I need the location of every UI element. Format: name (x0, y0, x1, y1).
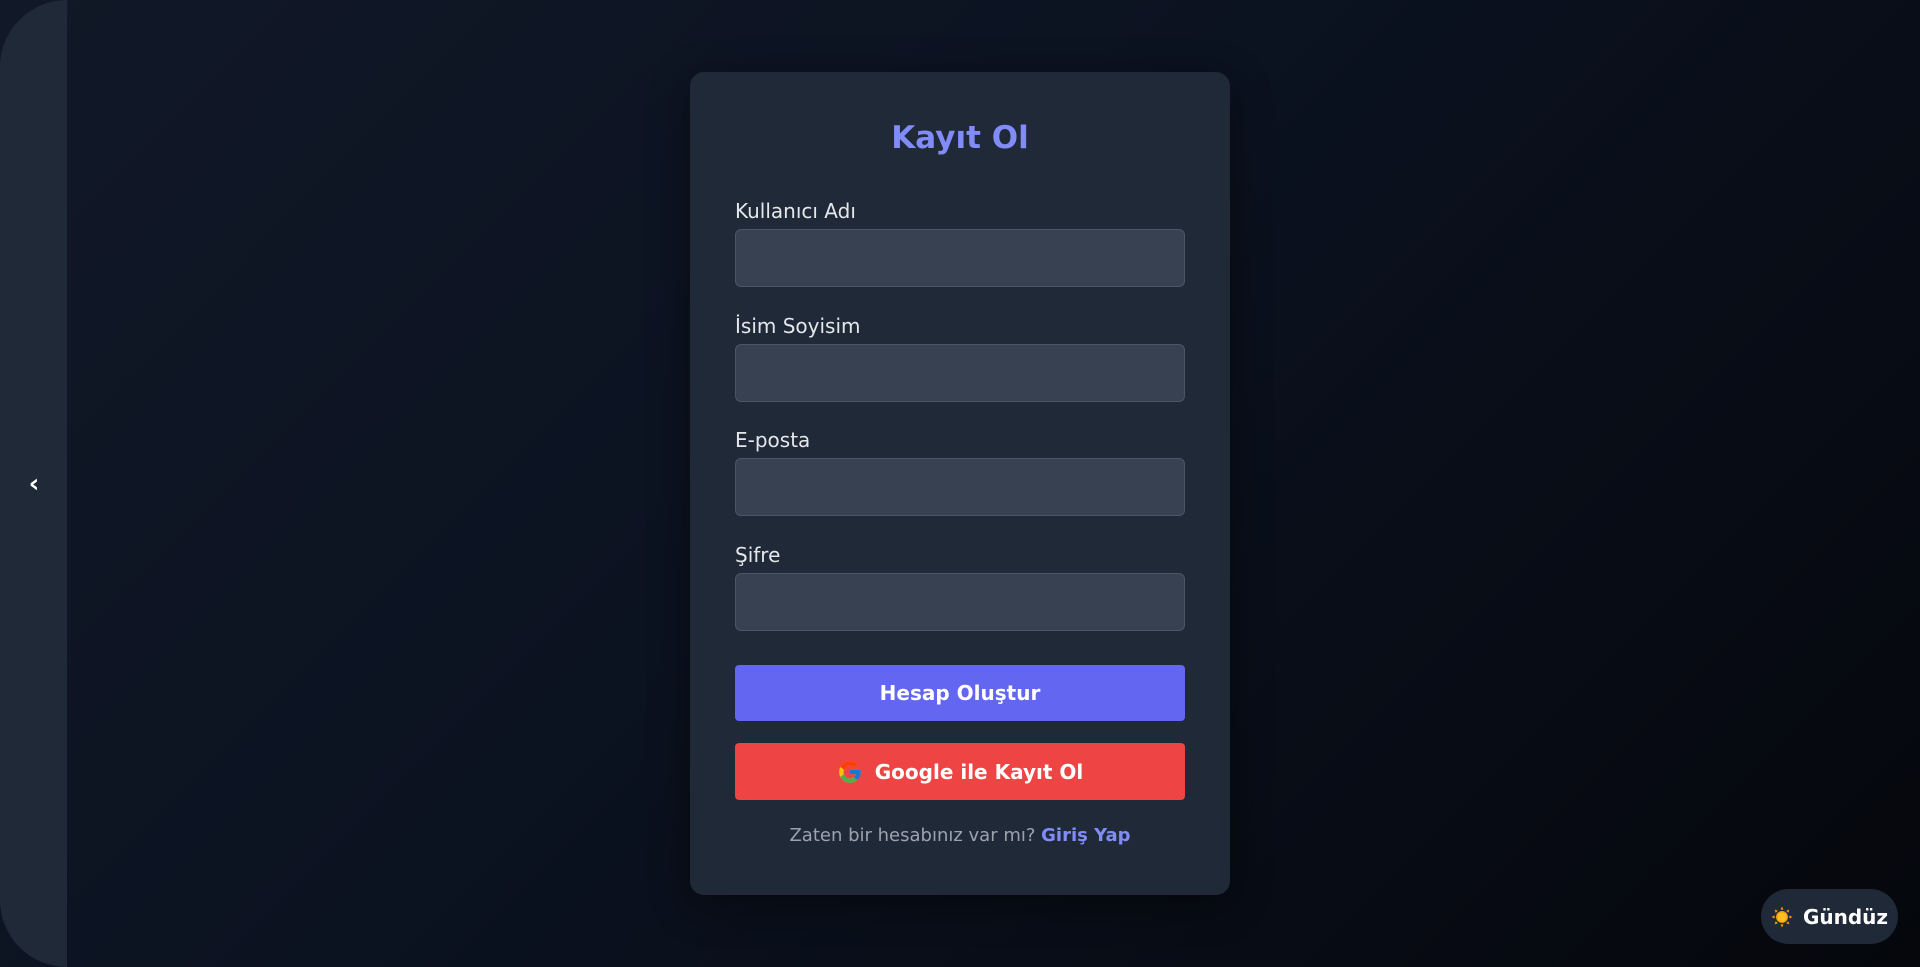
side-panel: ‹ (0, 0, 67, 967)
login-prompt-text: Zaten bir hesabınız var mı? (789, 825, 1036, 846)
username-input[interactable] (735, 229, 1185, 287)
username-label: Kullanıcı Adı (735, 199, 856, 223)
google-icon (838, 760, 861, 783)
fullname-label: İsim Soyisim (735, 314, 861, 338)
login-prompt: Zaten bir hesabınız var mı? Giriş Yap (690, 823, 1230, 849)
password-input[interactable] (735, 573, 1185, 631)
sun-icon (1771, 905, 1793, 928)
theme-toggle-button[interactable]: Gündüz (1761, 889, 1898, 944)
register-card: Kayıt Ol Kullanıcı Adı İsim Soyisim E-po… (690, 72, 1230, 895)
fullname-input[interactable] (735, 344, 1185, 402)
google-signup-button[interactable]: Google ile Kayıt Ol (735, 743, 1185, 800)
chevron-left-icon[interactable]: ‹ (22, 470, 46, 498)
create-account-label: Hesap Oluştur (879, 681, 1041, 705)
password-label: Şifre (735, 543, 781, 567)
email-label: E-posta (735, 428, 811, 452)
create-account-button[interactable]: Hesap Oluştur (735, 665, 1185, 721)
login-link[interactable]: Giriş Yap (1041, 825, 1130, 846)
page-title: Kayıt Ol (891, 120, 1029, 156)
email-input[interactable] (735, 458, 1185, 516)
google-signup-label: Google ile Kayıt Ol (874, 759, 1084, 784)
theme-toggle-label: Gündüz (1802, 904, 1889, 929)
